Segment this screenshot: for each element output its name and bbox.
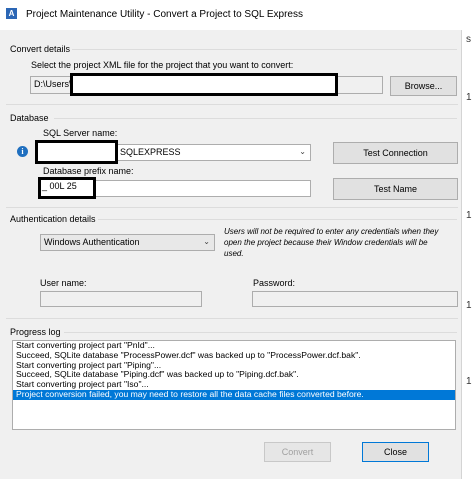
- database-header: Database: [10, 113, 49, 123]
- authentication-note: Users will not be required to enter any …: [224, 227, 439, 258]
- database-prefix-label: Database prefix name:: [43, 166, 134, 176]
- section-divider: [98, 219, 457, 220]
- window-title: Project Maintenance Utility - Convert a …: [26, 9, 303, 20]
- dialog-window: A Project Maintenance Utility - Convert …: [0, 0, 462, 479]
- progress-log-header: Progress log: [10, 327, 61, 337]
- background-edge-number: 1: [466, 210, 472, 221]
- section-divider: [54, 118, 457, 119]
- info-icon: i: [17, 146, 28, 157]
- test-name-button[interactable]: Test Name: [333, 178, 458, 200]
- sql-server-name-value: SQLEXPRESS: [120, 147, 181, 157]
- authentication-header: Authentication details: [10, 214, 96, 224]
- background-edge-number: 1: [466, 376, 472, 387]
- app-logo-icon: A: [6, 8, 17, 19]
- redaction-box: [70, 73, 338, 96]
- chevron-down-icon[interactable]: ⌄: [299, 147, 306, 156]
- authentication-mode-value: Windows Authentication: [44, 237, 140, 247]
- redaction-box: _ 00L 25: [38, 177, 96, 199]
- convert-button[interactable]: Convert: [264, 442, 331, 462]
- title-bar[interactable]: A Project Maintenance Utility - Convert …: [0, 0, 462, 30]
- chevron-down-icon[interactable]: ⌄: [203, 237, 210, 246]
- username-label: User name:: [40, 278, 87, 288]
- convert-instruction-label: Select the project XML file for the proj…: [31, 60, 294, 70]
- section-divider: [72, 49, 457, 50]
- browse-button[interactable]: Browse...: [390, 76, 457, 96]
- convert-details-header: Convert details: [10, 44, 71, 54]
- authentication-mode-combo[interactable]: Windows Authentication ⌄: [40, 234, 215, 251]
- section-divider: [6, 207, 458, 208]
- background-edge-glyph: s: [466, 34, 471, 45]
- sql-server-name-label: SQL Server name:: [43, 128, 118, 138]
- project-xml-path-value: D:\Users\: [34, 79, 72, 89]
- log-line-selected[interactable]: Project conversion failed, you may need …: [13, 389, 455, 400]
- close-button[interactable]: Close: [362, 442, 429, 462]
- background-edge-number: 1: [466, 92, 472, 103]
- password-input[interactable]: [252, 291, 458, 307]
- section-divider: [64, 332, 457, 333]
- test-connection-button[interactable]: Test Connection: [333, 142, 458, 164]
- username-input[interactable]: [40, 291, 202, 307]
- database-prefix-value: _ 00L 25: [42, 181, 77, 191]
- section-divider: [6, 318, 458, 319]
- section-divider: [6, 104, 458, 105]
- background-edge-number: 1: [466, 300, 472, 311]
- progress-log-list[interactable]: Start converting project part "PnId"... …: [12, 340, 456, 430]
- redaction-box: [35, 140, 118, 164]
- password-label: Password:: [253, 278, 296, 288]
